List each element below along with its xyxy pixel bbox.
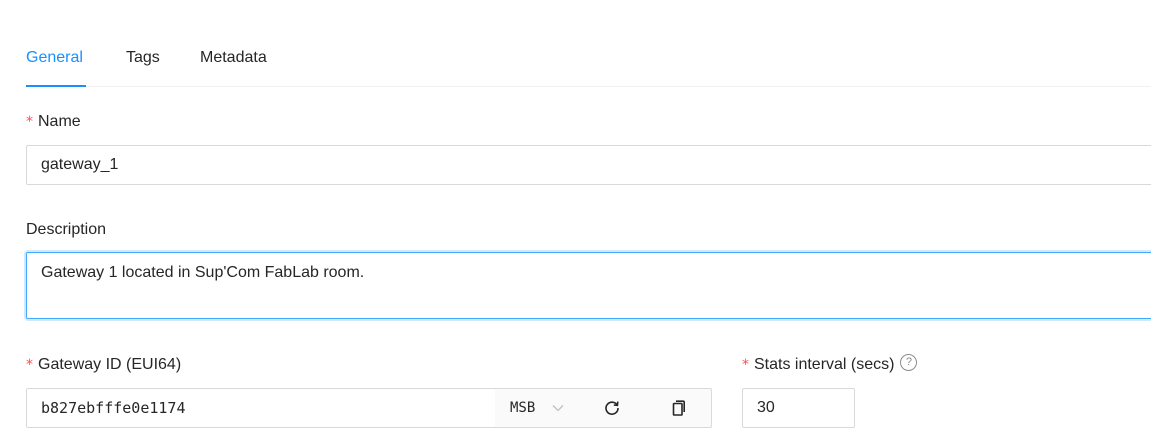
required-marker: * xyxy=(742,357,749,373)
stats-interval-label: * Stats interval (secs)? xyxy=(742,354,918,376)
stats-interval-input[interactable]: 30 xyxy=(742,388,855,428)
refresh-icon xyxy=(605,401,619,415)
copy-button[interactable] xyxy=(670,399,688,417)
description-label: Description xyxy=(26,221,107,238)
tab-tags[interactable]: Tags xyxy=(126,47,160,69)
name-label-text: Name xyxy=(38,113,81,130)
name-input[interactable]: gateway_1 xyxy=(26,145,1151,185)
byte-order-value: MSB xyxy=(510,400,536,416)
tab-bar: General Tags Metadata xyxy=(26,38,1151,87)
active-tab-indicator xyxy=(26,85,86,87)
refresh-button[interactable] xyxy=(603,399,621,417)
gateway-id-label: * Gateway ID (EUI64) xyxy=(26,354,181,376)
question-circle-icon[interactable]: ? xyxy=(900,354,918,372)
description-textarea[interactable]: Gateway 1 located in Sup'Com FabLab room… xyxy=(26,252,1151,319)
tab-metadata[interactable]: Metadata xyxy=(200,47,267,69)
name-label: * Name xyxy=(26,111,81,133)
required-marker: * xyxy=(26,114,33,130)
stats-interval-label-text: Stats interval (secs) xyxy=(754,356,895,373)
gateway-id-input[interactable]: b827ebfffe0e1174 xyxy=(26,388,496,428)
copy-icon xyxy=(672,400,685,416)
byte-order-select[interactable]: MSB xyxy=(510,389,564,427)
gateway-id-label-text: Gateway ID (EUI64) xyxy=(38,356,182,373)
required-marker: * xyxy=(26,357,33,373)
tab-general[interactable]: General xyxy=(26,47,83,69)
gateway-id-addon: MSB xyxy=(495,388,712,428)
chevron-down-icon xyxy=(552,405,564,412)
